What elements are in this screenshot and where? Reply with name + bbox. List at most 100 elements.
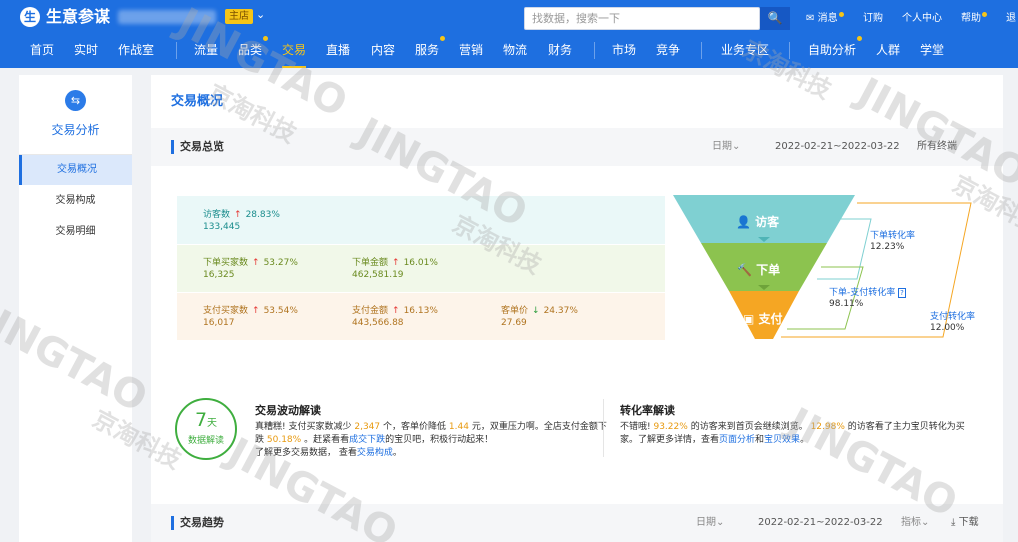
notify-dot <box>263 36 269 41</box>
trend-date-selector[interactable]: 日期⌄ <box>696 504 724 542</box>
section-divider <box>603 399 604 457</box>
help-icon[interactable]: ? <box>898 288 906 298</box>
nav-trade[interactable]: 交易 <box>282 36 307 68</box>
shop-chevron-down-icon[interactable]: ⌄ <box>256 8 265 21</box>
metric-change: 16.01% <box>403 258 438 268</box>
download-button[interactable]: ⤓ 下载 <box>951 504 979 542</box>
nav-self-analysis[interactable]: 自助分析 <box>808 36 863 68</box>
nav-service-label: 服务 <box>415 43 440 57</box>
fluct-title: 交易波动解读 <box>255 404 321 417</box>
nav-business-zone[interactable]: 业务专区 <box>721 36 769 68</box>
fluct-text: 了解更多交易数据， <box>255 448 337 458</box>
help-link[interactable]: 帮助 <box>961 12 987 26</box>
search-button[interactable]: 🔍 <box>760 7 790 30</box>
indicator-selector[interactable]: 指标⌄ <box>901 504 929 542</box>
logo-icon[interactable]: 生 <box>20 7 40 27</box>
metric-change: 53.27% <box>263 258 298 268</box>
metric-label: 支付买家数 <box>203 306 249 316</box>
funnel-visit-label: 访客 <box>755 215 780 229</box>
trend-date-range: 2022-02-21~2022-03-22 <box>758 517 883 528</box>
date-range: 2022-02-21~2022-03-22 <box>775 141 900 152</box>
metric-pay-buyers[interactable]: 支付买家数 ↑ 53.54% 16,017 <box>203 305 298 329</box>
arrow-up-icon: ↑ <box>252 258 260 268</box>
nav-realtime[interactable]: 实时 <box>74 36 98 68</box>
date-selector[interactable]: 日期⌄ <box>712 128 740 166</box>
page-analysis-link[interactable]: 页面分析 <box>719 435 755 445</box>
nav-live[interactable]: 直播 <box>326 36 350 68</box>
messages-link[interactable]: ✉ 消息 <box>806 12 844 26</box>
fluct-highlight: 50.18% <box>266 435 302 445</box>
conv-highlight: 93.22% <box>653 422 688 432</box>
nav-home[interactable]: 首页 <box>30 36 54 68</box>
nav-self-analysis-label: 自助分析 <box>808 43 857 57</box>
conv-text: 和 <box>755 435 765 445</box>
notify-dot <box>982 12 987 17</box>
nav-logistics[interactable]: 物流 <box>503 36 527 68</box>
rate-order-conversion: 下单转化率 12.23% <box>870 231 915 253</box>
nav-service[interactable]: 服务 <box>415 36 446 68</box>
fluct-text: 个，客单价降低 <box>383 422 447 432</box>
funnel-pay[interactable]: ▣ 支付 <box>743 310 783 327</box>
nav-crowd[interactable]: 人群 <box>876 36 900 68</box>
arrow-up-icon: ↑ <box>392 258 400 268</box>
overview-title: 交易总览 <box>171 140 224 154</box>
metric-value: 16,017 <box>203 318 235 328</box>
pay-metrics-row: 支付买家数 ↑ 53.54% 16,017 支付金额 ↑ 16.13% 443,566.… <box>177 293 665 340</box>
metric-visitors[interactable]: 访客数 ↑ 28.83% 133,445 <box>203 209 280 233</box>
nav-category-label: 品类 <box>238 43 263 57</box>
metric-label: 访客数 <box>203 210 231 220</box>
nav-divider <box>176 42 177 59</box>
nav-academy[interactable]: 学堂 <box>920 36 944 68</box>
sidebar-item-overview[interactable]: 交易概况 <box>19 155 132 185</box>
fluct-text: 。赶紧看看 <box>304 435 350 445</box>
fluct-text: 跌 <box>255 435 265 445</box>
metric-change: 24.37% <box>543 306 578 316</box>
nav-warroom[interactable]: 作战室 <box>118 36 154 68</box>
nav-content[interactable]: 内容 <box>371 36 395 68</box>
search-input[interactable]: 找数据，搜索一下 <box>524 7 760 30</box>
messages-label: 消息 <box>817 13 838 24</box>
metric-label: 下单金额 <box>352 258 389 268</box>
user-icon: 👤 <box>736 215 751 229</box>
main-nav: 首页 实时 作战室 流量 品类 交易 直播 内容 服务 营销 物流 财务 市场 … <box>0 36 1018 68</box>
nav-finance[interactable]: 财务 <box>548 36 572 68</box>
trade-analysis-icon: ⇆ <box>65 90 86 111</box>
funnel-order[interactable]: 🔨 下单 <box>737 261 780 278</box>
metric-order-amount[interactable]: 下单金额 ↑ 16.01% 462,581.19 <box>352 257 438 281</box>
nav-competition[interactable]: 竞争 <box>656 36 680 68</box>
terminal-selector[interactable]: 所有终端 <box>917 128 957 166</box>
conv-body: 不错哦! 93.22% 的访客来到首页会继续浏览。 12.98% 的访客看了主力… <box>620 421 965 447</box>
nav-marketing[interactable]: 营销 <box>459 36 483 68</box>
profile-link[interactable]: 个人中心 <box>902 12 942 26</box>
item-effect-link[interactable]: 宝贝效果 <box>764 435 800 445</box>
logout-link[interactable]: 退 <box>1006 12 1016 26</box>
trend-header: 交易趋势 日期⌄ 2022-02-21~2022-03-22 指标⌄ ⤓ 下载 <box>151 504 1003 542</box>
hammer-icon: 🔨 <box>737 263 752 277</box>
nav-traffic[interactable]: 流量 <box>194 36 218 68</box>
badge-text: 数据解读 <box>187 436 224 446</box>
funnel-visit[interactable]: 👤 访客 <box>736 213 779 230</box>
rate-order-pay-conversion: 下单-支付转化率 ? 98.11% <box>829 288 906 310</box>
rate-pay-conversion: 支付转化率 12.00% <box>930 312 975 334</box>
metric-order-buyers[interactable]: 下单买家数 ↑ 53.27% 16,325 <box>203 257 298 281</box>
metric-unit-price[interactable]: 客单价 ↓ 24.37% 27.69 <box>501 305 578 329</box>
metric-label: 支付金额 <box>352 306 389 316</box>
sidebar-item-composition[interactable]: 交易构成 <box>19 186 132 216</box>
notify-dot <box>440 36 446 41</box>
trade-composition-link[interactable]: 交易构成 <box>357 448 393 458</box>
arrow-up-icon: ↑ <box>234 210 242 220</box>
metric-pay-amount[interactable]: 支付金额 ↑ 16.13% 443,566.88 <box>352 305 438 329</box>
main-panel: 交易概况 交易总览 日期⌄ 2022-02-21~2022-03-22 所有终端… <box>151 75 1003 542</box>
subscribe-link[interactable]: 订购 <box>863 12 883 26</box>
fluct-text: 。 <box>392 448 402 458</box>
nav-category[interactable]: 品类 <box>238 36 269 68</box>
nav-market[interactable]: 市场 <box>612 36 636 68</box>
shop-badge: 主店 <box>225 9 253 24</box>
sidebar-item-details[interactable]: 交易明细 <box>19 217 132 247</box>
rate-value: 12.00% <box>930 323 965 333</box>
metric-value: 27.69 <box>501 318 527 328</box>
conv-text: 的访客看了主力宝贝转化为买 <box>847 422 965 432</box>
rate-value: 12.23% <box>870 242 905 252</box>
declined-items-link[interactable]: 成交下跌 <box>349 435 385 445</box>
brand-title[interactable]: 生意参谋 <box>46 7 110 27</box>
